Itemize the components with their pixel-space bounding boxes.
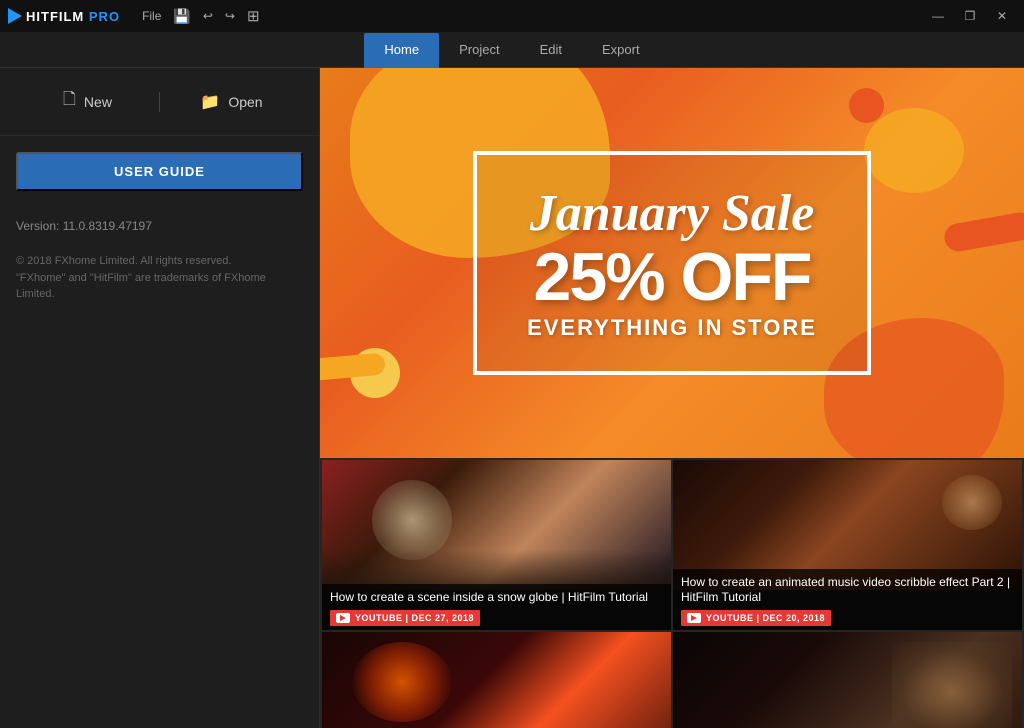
logo-text: HITFILM PRO (26, 9, 120, 24)
sale-percent: 25% OFF (527, 243, 817, 311)
menu-save-icon[interactable]: 💾 (173, 8, 190, 25)
title-bar-menu: File 💾 ↩ ↪ ⊞ (142, 7, 259, 25)
menu-file[interactable]: File (142, 9, 161, 23)
video-overlay-2: How to create an animated music video sc… (673, 569, 1022, 630)
video-card-2[interactable]: How to create an animated music video sc… (673, 460, 1022, 630)
open-folder-icon: 📁 (200, 92, 220, 112)
open-action[interactable]: 📁 Open (160, 84, 303, 120)
blob-rect-1 (942, 210, 1024, 253)
video-overlay-1: How to create a scene inside a snow glob… (322, 584, 671, 630)
new-label: New (84, 94, 112, 110)
copyright-line: © 2018 FXhome Limited. All rights reserv… (16, 255, 266, 300)
close-button[interactable]: ✕ (988, 5, 1016, 27)
video-meta-1: YOUTUBE | DEC 27, 2018 (330, 610, 480, 626)
menu-grid-icon[interactable]: ⊞ (247, 7, 260, 25)
sidebar-actions: 🗋 New 📁 Open (0, 68, 319, 136)
sale-title: January Sale (527, 185, 817, 242)
video-thumb-3 (322, 632, 671, 728)
sale-subtitle: EVERYTHING IN STORE (527, 315, 817, 341)
video-source-1: YOUTUBE | DEC 27, 2018 (355, 613, 474, 623)
video-card-1[interactable]: How to create a scene inside a snow glob… (322, 460, 671, 630)
nav-tabs: Home Project Edit Export (0, 30, 1024, 69)
video-title-2: How to create an animated music video sc… (681, 575, 1014, 606)
app-logo: HITFILM PRO (8, 8, 120, 24)
new-action[interactable]: 🗋 New (16, 80, 159, 123)
youtube-icon-2 (687, 613, 701, 623)
video-card-4[interactable] (673, 632, 1022, 728)
blob-circle-2 (849, 88, 884, 123)
copyright-text: © 2018 FXhome Limited. All rights reserv… (0, 245, 319, 319)
user-guide-button[interactable]: USER GUIDE (16, 152, 303, 191)
title-bar-controls: — ❐ ✕ (924, 5, 1016, 27)
new-file-icon: 🗋 (63, 88, 76, 115)
video-card-3[interactable] (322, 632, 671, 728)
logo-triangle-icon (8, 8, 22, 24)
main-layout: 🗋 New 📁 Open USER GUIDE Version: 11.0.83… (0, 68, 1024, 728)
title-bar: HITFILM PRO File 💾 ↩ ↪ ⊞ — ❐ ✕ (0, 0, 1024, 32)
tab-project[interactable]: Project (439, 33, 519, 69)
video-thumb-1 (322, 460, 671, 590)
title-bar-left: HITFILM PRO File 💾 ↩ ↪ ⊞ (8, 7, 260, 25)
video-source-2: YOUTUBE | DEC 20, 2018 (706, 613, 825, 623)
maximize-button[interactable]: ❐ (956, 5, 984, 27)
open-label: Open (228, 94, 262, 110)
blob-decoration-3 (864, 108, 964, 193)
video-meta-2: YOUTUBE | DEC 20, 2018 (681, 610, 831, 626)
version-text: Version: 11.0.8319.47197 (0, 207, 319, 245)
sale-banner: January Sale 25% OFF EVERYTHING IN STORE (320, 68, 1024, 458)
logo-pro-text: PRO (89, 9, 120, 24)
menu-undo-icon[interactable]: ↩ (203, 9, 213, 23)
sidebar: 🗋 New 📁 Open USER GUIDE Version: 11.0.83… (0, 68, 320, 728)
tab-export[interactable]: Export (582, 33, 660, 69)
minimize-button[interactable]: — (924, 5, 952, 27)
toolbar: Home Project Edit Export (0, 32, 1024, 68)
video-thumb-4 (673, 632, 1022, 728)
video-title-1: How to create a scene inside a snow glob… (330, 590, 663, 606)
video-grid: How to create a scene inside a snow glob… (320, 458, 1024, 728)
tab-home[interactable]: Home (364, 33, 439, 69)
youtube-icon-1 (336, 613, 350, 623)
menu-redo-icon[interactable]: ↪ (225, 9, 235, 23)
sale-content-box[interactable]: January Sale 25% OFF EVERYTHING IN STORE (473, 151, 871, 374)
content-area[interactable]: January Sale 25% OFF EVERYTHING IN STORE… (320, 68, 1024, 728)
tab-edit[interactable]: Edit (520, 33, 582, 69)
